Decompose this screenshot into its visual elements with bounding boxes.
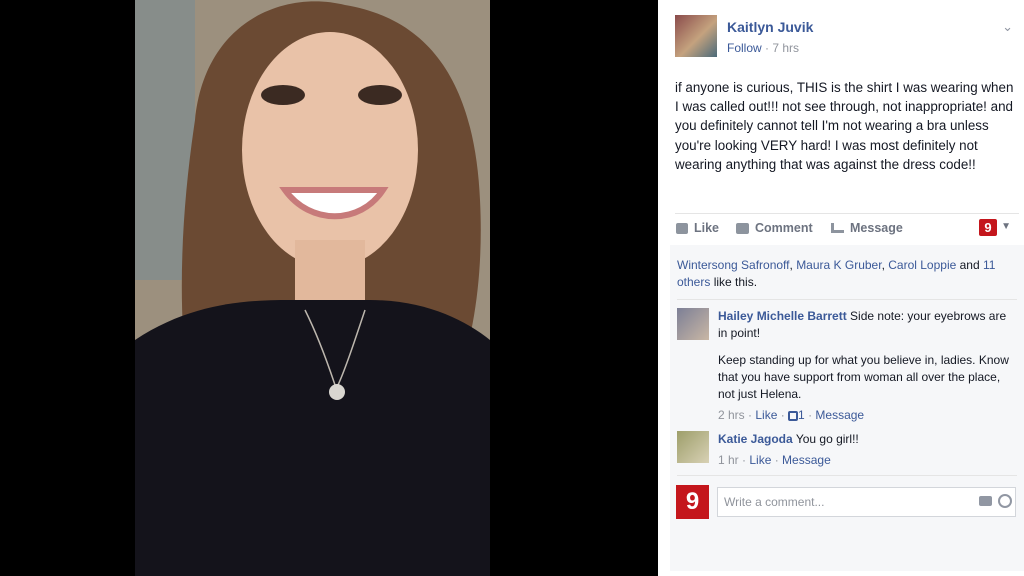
photo-viewer [0, 0, 658, 576]
thumbs-up-icon [676, 222, 688, 234]
message-button[interactable]: Message [831, 221, 903, 235]
post-timestamp[interactable]: 7 hrs [772, 41, 799, 55]
follow-link[interactable]: Follow [727, 41, 762, 55]
commenter-avatar[interactable] [677, 431, 709, 463]
comment-like-link[interactable]: Like [755, 408, 777, 422]
meta-sep: · [744, 408, 756, 422]
caret-down-icon[interactable]: ▼ [1001, 221, 1011, 232]
like-label: Like [694, 221, 720, 235]
likes-and: and [956, 258, 983, 272]
post-photo[interactable] [135, 0, 490, 576]
comment-text: Hailey Michelle Barrett Side note: your … [718, 308, 1014, 342]
chevron-down-icon[interactable]: ⌄ [1002, 19, 1013, 35]
post-header: Kaitlyn Juvik Follow · 7 hrs ⌄ [675, 15, 1015, 60]
comment-timestamp[interactable]: 2 hrs [718, 408, 745, 422]
comment-label: Comment [755, 221, 813, 235]
commenter-name[interactable]: Hailey Michelle Barrett [718, 309, 847, 323]
comment-icon [736, 222, 749, 234]
comment-message-link[interactable]: Message [782, 453, 831, 467]
portrait-illustration [135, 0, 490, 576]
emoji-icon[interactable] [998, 494, 1012, 508]
comment-body: Katie Jagoda You go girl!! 1 hr · Like ·… [718, 431, 1014, 469]
meta-sep: · [777, 408, 789, 422]
meta-sep: · [804, 408, 816, 422]
divider [677, 475, 1017, 476]
author-name[interactable]: Kaitlyn Juvik [727, 19, 813, 35]
thumbs-up-icon [788, 411, 799, 421]
action-bar: Like Comment Message 9 ▼ [675, 219, 1019, 241]
page-selector-badge[interactable]: 9 [979, 219, 997, 236]
author-avatar[interactable] [675, 15, 717, 57]
camera-icon[interactable] [979, 496, 992, 506]
comment-message-link[interactable]: Message [815, 408, 864, 422]
message-icon [831, 223, 844, 233]
page-avatar[interactable]: 9 [676, 485, 709, 519]
comment-text-1: You go girl!! [792, 432, 859, 446]
comment-composer: 9 [676, 485, 1020, 521]
liker-link[interactable]: Maura K Gruber [796, 258, 881, 272]
meta-sep: · [771, 453, 783, 467]
likes-suffix: like this. [710, 275, 758, 289]
comment-input[interactable] [717, 487, 1016, 517]
comment-text-2: Keep standing up for what you believe in… [718, 353, 1009, 401]
post-text: if anyone is curious, THIS is the shirt … [675, 80, 1014, 172]
comment-meta: 2 hrs · Like · 1 · Message [718, 407, 1014, 424]
liker-link[interactable]: Carol Loppie [888, 258, 956, 272]
comment-like-count[interactable]: 1 [798, 408, 805, 422]
commenter-name[interactable]: Katie Jagoda [718, 432, 793, 446]
comment-meta: 1 hr · Like · Message [718, 452, 1014, 469]
comment-text: Katie Jagoda You go girl!! [718, 431, 1014, 448]
likes-summary: Wintersong Safronoff, Maura K Gruber, Ca… [677, 257, 1007, 291]
message-label: Message [850, 221, 903, 235]
like-button[interactable]: Like [676, 221, 719, 235]
divider [677, 299, 1017, 300]
commenter-avatar[interactable] [677, 308, 709, 340]
divider [675, 213, 1019, 214]
feedback-section: Wintersong Safronoff, Maura K Gruber, Ca… [670, 245, 1024, 571]
meta-sep: · [738, 453, 750, 467]
post-meta: Follow · 7 hrs [727, 41, 799, 55]
comment-timestamp[interactable]: 1 hr [718, 453, 739, 467]
comment-like-link[interactable]: Like [749, 453, 771, 467]
comment-body: Hailey Michelle Barrett Side note: your … [718, 308, 1014, 424]
liker-link[interactable]: Wintersong Safronoff [677, 258, 790, 272]
comment-button[interactable]: Comment [736, 221, 813, 235]
meta-separator: · [761, 41, 773, 55]
